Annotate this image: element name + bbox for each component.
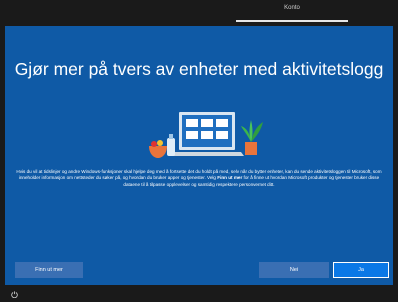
description: Hvis du vil at tidslinjer og andre Windo… <box>15 169 383 188</box>
page-title: Gjør mer på tvers av enheter med aktivit… <box>14 59 384 79</box>
plant-icon <box>245 142 257 155</box>
power-icon[interactable] <box>11 291 18 298</box>
bowl-icon <box>149 146 167 158</box>
oobe-page: Gjør mer på tvers av enheter med aktivit… <box>5 26 393 285</box>
tab-account-label: Konto <box>284 5 300 11</box>
description-learn-more-emphasis: Finn ut mer <box>217 175 243 181</box>
top-bar: Konto <box>0 0 398 26</box>
description-paragraph-2-prefix: Velg <box>207 175 218 181</box>
bottle-icon <box>167 138 175 156</box>
tab-underline <box>236 20 348 22</box>
no-button[interactable]: Nei <box>259 262 329 278</box>
bottom-bar <box>0 285 398 302</box>
tab-account: Konto <box>236 0 348 26</box>
yes-button[interactable]: Ja <box>333 262 389 278</box>
learn-more-button[interactable]: Finn ut mer <box>15 262 83 278</box>
